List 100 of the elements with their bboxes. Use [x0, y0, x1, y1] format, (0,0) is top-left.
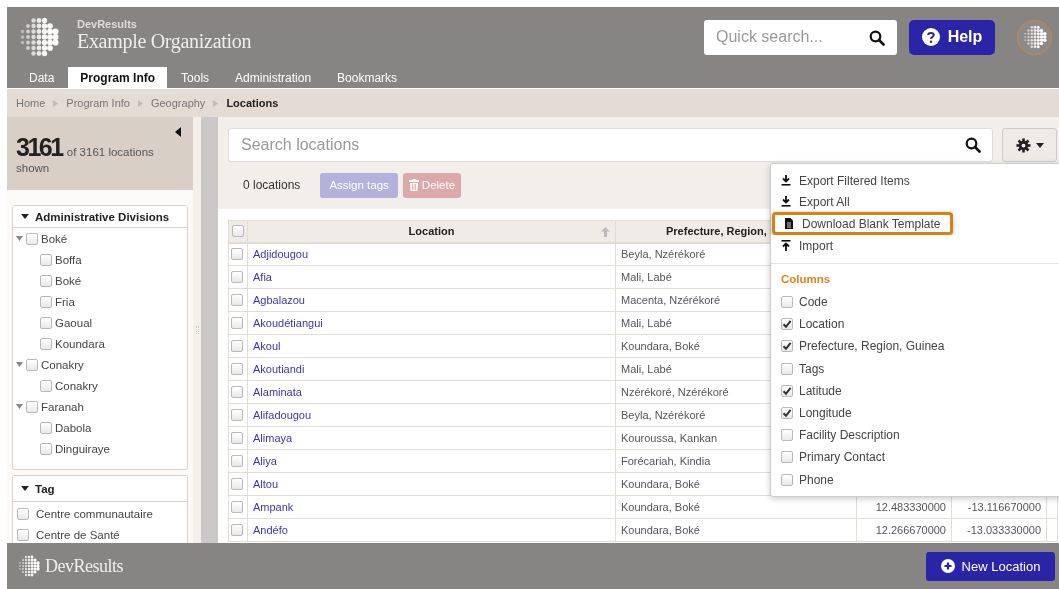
location-link[interactable]: Akoul: [253, 340, 281, 352]
column-option[interactable]: Code: [799, 295, 828, 310]
location-link[interactable]: Afia: [253, 271, 272, 283]
checkbox[interactable]: [40, 253, 52, 266]
select-all-checkbox[interactable]: [232, 225, 244, 238]
breadcrumb-link[interactable]: Program Info: [66, 97, 130, 109]
filter-label[interactable]: Boffa: [55, 253, 82, 266]
separator-icon: [137, 99, 143, 107]
filter-label[interactable]: Conakry: [41, 358, 84, 371]
table-cell: Beyla, Nzérékoré: [621, 248, 706, 261]
filter-label[interactable]: Centre communautaire: [36, 507, 153, 520]
location-link[interactable]: Akoutiandi: [253, 363, 305, 375]
row-checkbox[interactable]: [231, 363, 243, 375]
column-header[interactable]: Location: [408, 225, 455, 238]
row-checkbox[interactable]: [231, 340, 243, 352]
column-checkbox[interactable]: [781, 362, 793, 375]
filter-label[interactable]: Boké: [41, 232, 68, 245]
checkbox[interactable]: [40, 337, 52, 350]
help-button[interactable]: Help: [909, 19, 995, 55]
column-option[interactable]: Longitude: [799, 406, 852, 421]
checkbox[interactable]: [40, 442, 52, 455]
filter-header[interactable]: Tag: [13, 476, 187, 502]
filter-label[interactable]: Fria: [55, 295, 75, 308]
location-link[interactable]: Aliya: [253, 455, 277, 467]
location-link[interactable]: Alaminata: [253, 386, 302, 398]
column-option[interactable]: Tags: [799, 361, 825, 376]
column-checkbox[interactable]: [781, 473, 793, 486]
column-option[interactable]: Location: [799, 317, 845, 332]
row-checkbox[interactable]: [231, 478, 243, 490]
nav-tab[interactable]: Program Info: [68, 67, 168, 88]
row-checkbox[interactable]: [231, 524, 243, 536]
row-checkbox[interactable]: [231, 432, 243, 444]
search-field[interactable]: Search locations: [228, 128, 993, 162]
row-checkbox[interactable]: [231, 409, 243, 421]
filter-label[interactable]: Conakry: [55, 379, 98, 392]
column-checkbox[interactable]: [781, 407, 793, 420]
table-cell: 12.483330000: [875, 501, 946, 513]
nav-tab[interactable]: Bookmarks: [325, 67, 410, 88]
location-link[interactable]: Alimaya: [253, 432, 293, 444]
document-icon: [784, 218, 794, 229]
nav-tab[interactable]: Administration: [223, 67, 324, 88]
download-icon: [781, 175, 791, 186]
column-checkbox[interactable]: [781, 429, 793, 442]
checkbox[interactable]: [17, 528, 29, 541]
checkbox[interactable]: [40, 295, 52, 308]
column-option[interactable]: Primary Contact: [799, 450, 886, 465]
column-option[interactable]: Latitude: [799, 383, 842, 398]
column-checkbox[interactable]: [781, 318, 793, 331]
column-checkbox[interactable]: [781, 384, 793, 397]
column-checkbox[interactable]: [781, 451, 793, 464]
checkbox[interactable]: [26, 232, 38, 245]
nav-tab[interactable]: Tools: [169, 67, 222, 88]
row-checkbox[interactable]: [231, 271, 243, 283]
table-cell: Koundara, Boké: [621, 501, 700, 513]
location-link[interactable]: Agbalazou: [253, 294, 305, 306]
table-cell: Mali, Labé: [621, 271, 672, 283]
row-checkbox[interactable]: [231, 248, 243, 261]
column-checkbox[interactable]: [781, 296, 793, 309]
checkbox[interactable]: [40, 274, 52, 287]
location-link[interactable]: Altou: [253, 478, 279, 490]
checkbox[interactable]: [26, 400, 38, 413]
location-link[interactable]: Adjidougou: [253, 248, 309, 261]
checkbox[interactable]: [26, 358, 38, 371]
filter-label[interactable]: Gaoual: [55, 316, 93, 329]
avatar[interactable]: [1017, 19, 1052, 55]
collapse-icon: [175, 127, 181, 137]
column-option[interactable]: Prefecture, Region, Guinea: [799, 339, 945, 354]
checkbox[interactable]: [40, 379, 52, 392]
checkbox[interactable]: [40, 316, 52, 329]
row-checkbox[interactable]: [231, 294, 243, 306]
filter-label[interactable]: Dabola: [55, 421, 92, 434]
column-option[interactable]: Facility Description: [799, 428, 900, 443]
location-link[interactable]: Ampank: [253, 501, 294, 513]
breadcrumb-link[interactable]: Locations: [226, 97, 279, 109]
filter-header[interactable]: Administrative Divisions: [13, 206, 187, 228]
row-checkbox[interactable]: [231, 386, 243, 398]
settings-button[interactable]: [1002, 128, 1057, 162]
filter-label[interactable]: Boké: [55, 274, 82, 287]
filter-label[interactable]: Faranah: [41, 400, 84, 413]
row-checkbox[interactable]: [231, 317, 243, 329]
new-location-button[interactable]: New Location: [926, 551, 1055, 581]
checkbox[interactable]: [17, 507, 29, 520]
quick-search-field[interactable]: Quick search...: [704, 19, 897, 55]
location-link[interactable]: Alifadougou: [253, 409, 312, 421]
column-option[interactable]: Phone: [799, 472, 834, 487]
column-checkbox[interactable]: [781, 340, 793, 353]
splitter-handle[interactable]: [195, 326, 199, 334]
filter-label[interactable]: Dinguiraye: [55, 442, 110, 455]
location-link[interactable]: Akoudétiangui: [253, 317, 323, 329]
location-link[interactable]: Andéfo: [253, 524, 288, 536]
plus-icon: [940, 559, 955, 573]
section-title: Columns: [780, 273, 832, 287]
row-checkbox[interactable]: [231, 501, 243, 513]
menu-item[interactable]: Download Blank Template: [772, 212, 953, 235]
upload-icon: [781, 240, 791, 251]
nav-tab[interactable]: Data: [17, 67, 67, 88]
filter-label[interactable]: Centre de Santé: [36, 528, 120, 541]
filter-label[interactable]: Koundara: [55, 337, 105, 350]
checkbox[interactable]: [40, 421, 52, 434]
row-checkbox[interactable]: [231, 455, 243, 467]
